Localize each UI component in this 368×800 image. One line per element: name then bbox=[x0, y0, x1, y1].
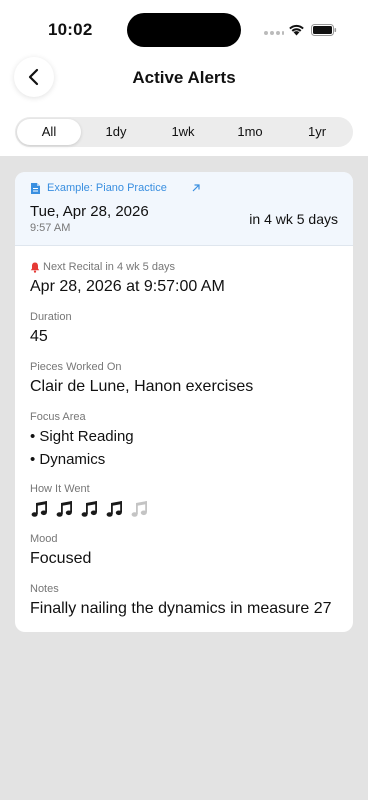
mood-label: Mood bbox=[30, 533, 58, 545]
segment-1yr[interactable]: 1yr bbox=[285, 119, 349, 145]
cellular-signal-icon bbox=[264, 31, 284, 35]
music-note-filled-icon bbox=[31, 501, 47, 517]
relative-time: in 4 wk 5 days bbox=[249, 211, 338, 227]
music-note-filled-icon bbox=[81, 501, 97, 517]
how-it-went-rating bbox=[30, 499, 330, 519]
status-bar: 10:02 bbox=[0, 0, 368, 60]
music-note-empty-icon bbox=[131, 501, 147, 517]
segment-1wk[interactable]: 1wk bbox=[151, 119, 215, 145]
alert-date: Tue, Apr 28, 2026 bbox=[30, 203, 149, 220]
status-time: 10:02 bbox=[48, 20, 93, 39]
music-note-filled-icon bbox=[56, 501, 72, 517]
navigation-bar: Active Alerts bbox=[0, 52, 368, 102]
notes-label: Notes bbox=[30, 583, 59, 595]
focus-area-item: • Sight Reading bbox=[30, 428, 134, 445]
alert-card-header: Example: Piano Practice Tue, Apr 28, 202… bbox=[15, 172, 353, 246]
top-bar: 10:02 Active Alerts All 1dy 1wk 1mo 1yr bbox=[0, 0, 368, 156]
pieces-value: Clair de Lune, Hanon exercises bbox=[30, 378, 254, 395]
segment-all[interactable]: All bbox=[17, 119, 81, 145]
external-link-arrow-icon bbox=[192, 184, 200, 192]
alert-time: 9:57 AM bbox=[30, 222, 71, 234]
battery-icon bbox=[311, 24, 337, 36]
how-it-went-label: How It Went bbox=[30, 483, 90, 495]
source-label: Example: Piano Practice bbox=[47, 182, 167, 194]
dynamic-island bbox=[127, 13, 241, 47]
mood-value: Focused bbox=[30, 550, 92, 567]
focus-area-item: • Dynamics bbox=[30, 451, 106, 468]
duration-value: 45 bbox=[30, 328, 48, 345]
alert-card[interactable]: Example: Piano Practice Tue, Apr 28, 202… bbox=[15, 172, 353, 632]
next-recital-value: Apr 28, 2026 at 9:57:00 AM bbox=[30, 278, 225, 295]
bell-icon bbox=[30, 262, 40, 273]
wifi-icon bbox=[289, 24, 304, 36]
duration-label: Duration bbox=[30, 311, 72, 323]
time-range-segmented-control: All 1dy 1wk 1mo 1yr bbox=[15, 117, 353, 147]
segment-1dy[interactable]: 1dy bbox=[84, 119, 148, 145]
page-title: Active Alerts bbox=[132, 68, 236, 87]
document-icon bbox=[31, 183, 40, 194]
segment-1mo[interactable]: 1mo bbox=[218, 119, 282, 145]
next-recital-label: Next Recital in 4 wk 5 days bbox=[43, 261, 176, 273]
music-note-filled-icon bbox=[106, 501, 122, 517]
focus-area-label: Focus Area bbox=[30, 411, 86, 423]
notes-value: Finally nailing the dynamics in measure … bbox=[30, 600, 332, 617]
pieces-label: Pieces Worked On bbox=[30, 361, 122, 373]
